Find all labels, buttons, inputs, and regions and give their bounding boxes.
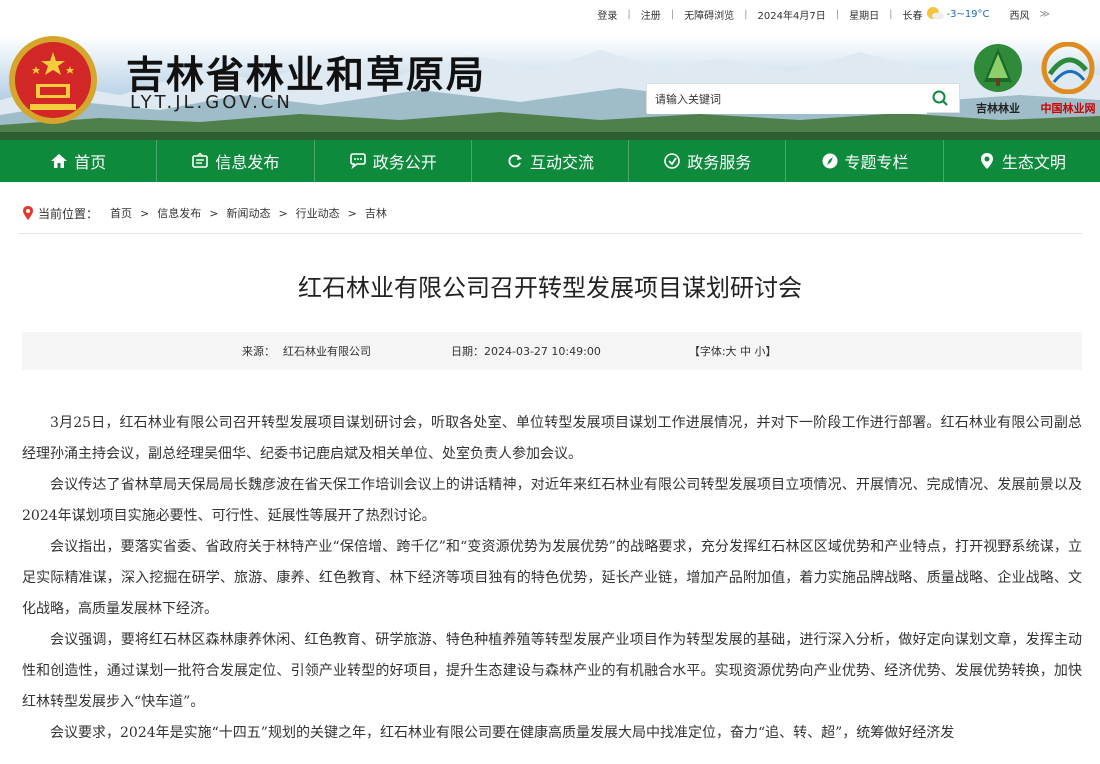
nav-item-info[interactable]: 信息发布: [157, 140, 315, 182]
article-paragraph: 会议要求，2024年是实施“十四五”规划的关键之年，红石林业有限公司要在健康高质…: [50, 725, 955, 741]
article-paragraph: 会议传达了省林草局天保局局长魏彦波在省天保工作培训会议上的讲话精神，对近年来红石…: [22, 477, 1082, 524]
more-weather-icon[interactable]: ≫: [1040, 9, 1050, 20]
article-paragraph: 会议强调，要将红石林区森林康养休闲、红色教育、研学旅游、特色种植养殖等转型发展产…: [22, 632, 1082, 710]
location-pin-icon: [23, 206, 33, 220]
current-date: 2024年4月7日: [757, 11, 826, 22]
breadcrumb-separator: >: [209, 206, 219, 220]
sun-icon: [924, 6, 946, 23]
article-body: 3月25日，红石林业有限公司召开转型发展项目谋划研讨会，听取各处室、单位转型发展…: [22, 408, 1082, 749]
site-title: 吉林省林业和草原局: [126, 53, 487, 97]
nav-label: 互动交流: [529, 153, 594, 172]
chat-icon: [349, 153, 366, 170]
weather-temp: -3~19°C: [946, 9, 990, 20]
site-url: LYT.JL.GOV.CN: [130, 92, 293, 113]
jilin-forestry-logo[interactable]: 吉林林业: [968, 42, 1028, 115]
info-icon: [192, 152, 209, 168]
nav-item-special-topics[interactable]: 专题专栏: [786, 140, 944, 182]
source-label: 来源：: [242, 345, 275, 358]
nav-item-gov-service[interactable]: 政务服务: [629, 140, 787, 182]
article-meta: 来源： 红石林业有限公司 日期： 2024-03-27 10:49:00 【字体…: [22, 332, 1082, 370]
site-header: 登录 | 注册 | 无障碍浏览 | 2024年4月7日 | 星期日 | 长春 -3~19°…: [0, 0, 1100, 140]
source-value: 红石林业有限公司: [283, 345, 371, 358]
accessible-browse-link[interactable]: 无障碍浏览: [674, 7, 744, 22]
nav-label: 专题专栏: [844, 153, 909, 172]
china-forestry-icon: [1041, 41, 1095, 95]
nav-label: 信息发布: [215, 153, 280, 172]
main-nav: 首页 信息发布 政务公开 互动交流 政务服务 专题专栏 生态文明: [0, 140, 1100, 182]
breadcrumb: 当前位置： 首页 > 信息发布 > 新闻动态 > 行业动态 > 吉林: [18, 193, 1082, 234]
article-paragraph: 会议指出，要落实省委、省政府关于林特产业“保倍增、跨千亿”和“变资源优势为发展优…: [22, 539, 1082, 617]
date-label: 日期：: [451, 345, 484, 358]
breadcrumb-item-news[interactable]: 新闻动态: [226, 205, 270, 221]
article-title: 红石林业有限公司召开转型发展项目谋划研讨会: [298, 274, 802, 302]
top-utility-bar: 登录 | 注册 | 无障碍浏览 | 2024年4月7日 | 星期日 | 长春 -3~19°…: [587, 6, 1050, 23]
weekday: 星期日: [849, 11, 880, 22]
breadcrumb-item-jilin[interactable]: 吉林: [365, 205, 387, 221]
national-emblem-icon: [9, 36, 97, 124]
home-icon: [51, 154, 68, 168]
breadcrumb-label: 当前位置：: [38, 206, 99, 221]
weather-city: 长春: [902, 11, 923, 22]
nav-item-gov-open[interactable]: 政务公开: [315, 140, 472, 182]
font-size-control[interactable]: 【字体:大 中 小】: [689, 343, 777, 359]
register-link[interactable]: 注册: [631, 7, 671, 22]
nav-label: 政务公开: [372, 153, 437, 172]
search-icon: [932, 90, 948, 106]
article-paragraph: 3月25日，红石林业有限公司召开转型发展项目谋划研讨会，听取各处室、单位转型发展…: [22, 415, 1082, 462]
forest-icon: [974, 44, 1022, 92]
breadcrumb-separator: >: [278, 206, 288, 220]
breadcrumb-item-info[interactable]: 信息发布: [157, 205, 201, 221]
breadcrumb-separator: >: [140, 206, 150, 220]
search-box: [646, 83, 960, 114]
logo1-label: 吉林林业: [976, 102, 1020, 115]
main-content: 当前位置： 首页 > 信息发布 > 新闻动态 > 行业动态 > 吉林 红石林业有…: [18, 193, 1082, 749]
breadcrumb-separator: >: [347, 206, 357, 220]
compass-icon: [822, 153, 838, 169]
location-icon: [980, 153, 993, 169]
search-button[interactable]: [921, 84, 959, 112]
date-value: 2024-03-27 10:49:00: [484, 344, 601, 358]
nav-item-ecology[interactable]: 生态文明: [944, 140, 1100, 182]
nav-item-interaction[interactable]: 互动交流: [472, 140, 630, 182]
nav-label: 生态文明: [1001, 153, 1066, 172]
nav-label: 政务服务: [687, 153, 752, 172]
search-input[interactable]: [647, 84, 927, 114]
refresh-icon: [508, 154, 522, 168]
breadcrumb-item-industry[interactable]: 行业动态: [296, 205, 340, 221]
login-link[interactable]: 登录: [587, 7, 627, 22]
logo2-label: 中国林业网: [1040, 102, 1096, 115]
nav-item-home[interactable]: 首页: [0, 140, 158, 182]
china-forestry-logo[interactable]: 中国林业网: [1036, 41, 1100, 115]
nav-label: 首页: [74, 153, 107, 172]
weather-wind: 西风: [1009, 11, 1030, 22]
breadcrumb-item-home[interactable]: 首页: [110, 205, 132, 221]
service-icon: [664, 153, 681, 169]
